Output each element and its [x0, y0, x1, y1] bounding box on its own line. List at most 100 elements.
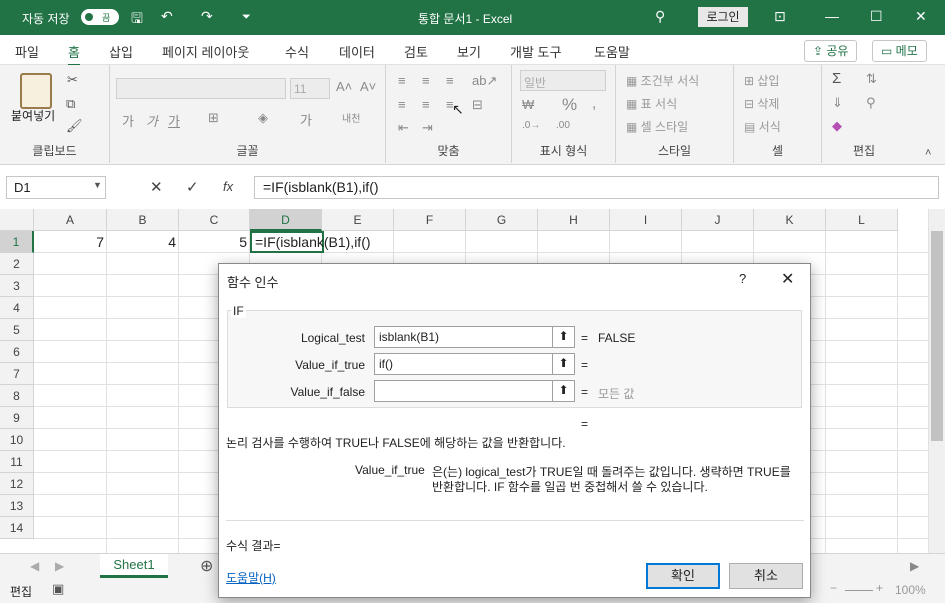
merge-icon[interactable]: ⊟ — [472, 97, 483, 113]
row-header-2[interactable]: 2 — [0, 253, 34, 275]
grow-font-icon[interactable]: A˄ — [336, 79, 352, 94]
column-header-d[interactable]: D — [250, 209, 322, 231]
zoom-slider[interactable] — [845, 590, 873, 591]
column-header-h[interactable]: H — [538, 209, 610, 231]
name-box[interactable]: D1 — [6, 176, 106, 199]
scroll-tabs-right-icon[interactable]: ▶ — [55, 559, 64, 573]
row-header-10[interactable]: 10 — [0, 429, 34, 451]
number-format-combo[interactable]: 일반 — [520, 70, 606, 91]
arg-input-value-if-true[interactable]: if() ⬆ — [374, 353, 575, 375]
row-header-13[interactable]: 13 — [0, 495, 34, 517]
phonetic-icon[interactable]: 내천 — [342, 110, 360, 125]
align-top-icon[interactable]: ≡ — [398, 73, 406, 88]
row-header-1[interactable]: 1 — [0, 231, 34, 253]
accounting-format-icon[interactable]: ₩ — [522, 97, 534, 112]
italic-icon[interactable]: 가 — [146, 111, 158, 130]
sheet-tab[interactable]: Sheet1 — [100, 554, 168, 578]
column-header-a[interactable]: A — [34, 209, 107, 231]
paste-button[interactable]: 붙여넣기 — [11, 107, 55, 124]
scroll-tabs-left-icon[interactable]: ◀ — [30, 559, 39, 573]
close-icon[interactable]: ✕ — [915, 8, 927, 25]
conditional-formatting-button[interactable]: ▦ 조건부 서식 — [626, 72, 699, 89]
bold-icon[interactable]: 가 — [122, 111, 134, 130]
row-header-8[interactable]: 8 — [0, 385, 34, 407]
row-header-7[interactable]: 7 — [0, 363, 34, 385]
ok-button[interactable]: 확인 — [646, 563, 720, 589]
shrink-font-icon[interactable]: A˅ — [360, 79, 376, 94]
find-icon[interactable]: ⚲ — [866, 95, 876, 111]
cut-icon[interactable]: ✂ — [67, 72, 78, 88]
collapse-ribbon-icon[interactable]: ˄ — [925, 147, 931, 159]
autosum-icon[interactable]: Σ — [832, 70, 841, 87]
redo-icon[interactable]: ↷ — [201, 8, 213, 25]
column-header-e[interactable]: E — [322, 209, 394, 231]
column-header-l[interactable]: L — [826, 209, 898, 231]
row-header-12[interactable]: 12 — [0, 473, 34, 495]
cancel-button[interactable]: 취소 — [729, 563, 803, 589]
maximize-icon[interactable]: ☐ — [870, 8, 883, 25]
cell-a1[interactable]: 7 — [34, 231, 107, 253]
zoom-out-icon[interactable]: − — [830, 581, 837, 595]
fill-icon[interactable]: ⇓ — [832, 95, 843, 111]
arg-input-logical-test[interactable]: isblank(B1) ⬆ — [374, 326, 575, 348]
cell-c1[interactable]: 5 — [179, 231, 250, 253]
comma-icon[interactable]: , — [592, 95, 596, 112]
row-header-11[interactable]: 11 — [0, 451, 34, 473]
help-link[interactable]: 도움말(H) — [226, 569, 276, 586]
column-header-f[interactable]: F — [394, 209, 466, 231]
formula-input[interactable]: =IF(isblank(B1),if() — [254, 176, 939, 199]
comments-button[interactable]: ▭ 메모 — [872, 40, 927, 62]
decrease-decimal-icon[interactable]: .00 — [556, 120, 570, 131]
column-header-g[interactable]: G — [466, 209, 538, 231]
ribbon-display-icon[interactable]: ⊡ — [774, 8, 786, 25]
column-header-c[interactable]: C — [179, 209, 250, 231]
align-middle-icon[interactable]: ≡ — [422, 73, 430, 88]
align-bottom-icon[interactable]: ≡ — [446, 73, 454, 88]
enter-icon[interactable]: ✓ — [186, 178, 199, 196]
increase-decimal-icon[interactable]: .0→ — [522, 120, 540, 131]
orientation-icon[interactable]: ab↗ — [472, 73, 497, 89]
format-painter-icon[interactable]: 🖌 — [66, 118, 83, 134]
share-button[interactable]: ⇪ 공유 — [804, 40, 858, 62]
row-header-6[interactable]: 6 — [0, 341, 34, 363]
collapse-dialog-icon[interactable]: ⬆ — [552, 354, 574, 374]
row-header-14[interactable]: 14 — [0, 517, 34, 539]
copy-icon[interactable]: ⧉ — [66, 96, 75, 112]
row-header-5[interactable]: 5 — [0, 319, 34, 341]
dialog-help-button[interactable]: ? — [739, 271, 746, 286]
row-header-9[interactable]: 9 — [0, 407, 34, 429]
macro-record-icon[interactable]: ▣ — [52, 581, 64, 597]
align-center-icon[interactable]: ≡ — [422, 97, 430, 112]
cell-b1[interactable]: 4 — [107, 231, 179, 253]
format-cells-button[interactable]: ▤ 서식 — [744, 118, 781, 135]
name-box-dropdown-icon[interactable]: ▼ — [93, 180, 102, 190]
row-header-3[interactable]: 3 — [0, 275, 34, 297]
percent-icon[interactable]: % — [562, 95, 577, 115]
cell-styles-button[interactable]: ▦ 셀 스타일 — [626, 118, 688, 135]
save-icon[interactable]: 🖫 — [131, 8, 143, 32]
cancel-icon[interactable]: ✕ — [150, 178, 163, 196]
login-button[interactable]: 로그인 — [698, 7, 748, 27]
increase-indent-icon[interactable]: ⇥ — [422, 120, 433, 136]
sort-filter-icon[interactable]: ⇅ — [866, 71, 877, 87]
insert-function-icon[interactable]: fx — [223, 179, 233, 194]
tab-view[interactable]: 보기 — [457, 42, 481, 61]
column-header-i[interactable]: I — [610, 209, 682, 231]
format-as-table-button[interactable]: ▦ 표 서식 — [626, 95, 677, 112]
tab-page-layout[interactable]: 페이지 레이아웃 — [162, 42, 249, 61]
dialog-close-icon[interactable]: ✕ — [781, 269, 794, 289]
clear-icon[interactable]: ◆ — [832, 118, 842, 134]
tab-data[interactable]: 데이터 — [339, 42, 375, 61]
align-left-icon[interactable]: ≡ — [398, 97, 406, 112]
hscroll-right-icon[interactable]: ▶ — [910, 559, 919, 573]
row-header-4[interactable]: 4 — [0, 297, 34, 319]
tab-formulas[interactable]: 수식 — [285, 42, 309, 61]
fill-color-icon[interactable]: ◈ — [258, 110, 268, 126]
customize-qat-icon[interactable]: ⏷ — [242, 11, 251, 24]
collapse-dialog-icon[interactable]: ⬆ — [552, 381, 574, 401]
undo-icon[interactable]: ↶ — [161, 8, 173, 25]
tab-developer[interactable]: 개발 도구 — [510, 42, 561, 61]
collapse-dialog-icon[interactable]: ⬆ — [552, 327, 574, 347]
column-header-k[interactable]: K — [754, 209, 826, 231]
minimize-icon[interactable]: — — [825, 8, 839, 24]
